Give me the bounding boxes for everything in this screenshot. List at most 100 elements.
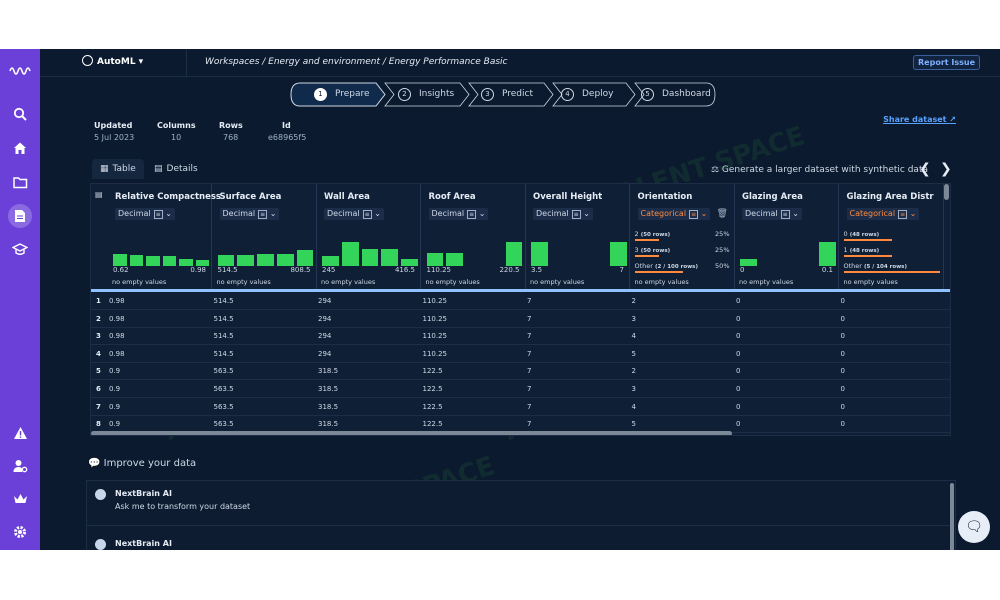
column-type-select[interactable]: Categorical ≡ ⌄	[637, 208, 711, 220]
table-cell[interactable]: 0	[736, 367, 740, 375]
table-cell[interactable]: 318.5	[318, 385, 338, 393]
table-cell[interactable]: 2	[632, 297, 636, 305]
table-cell[interactable]: 0	[841, 403, 845, 411]
table-cell[interactable]: 2	[632, 367, 636, 375]
table-cell[interactable]: 294	[318, 297, 331, 305]
table-cell[interactable]: 0	[841, 315, 845, 323]
table-cell[interactable]: 514.5	[214, 350, 234, 358]
table-cell[interactable]: 563.5	[214, 385, 234, 393]
table-cell[interactable]: 0	[841, 332, 845, 340]
table-row[interactable]: 7 0.9 563.5 318.5 122.5 7 4 0 0	[91, 398, 950, 416]
step-prepare[interactable]: 1 Prepare	[314, 82, 370, 106]
table-cell[interactable]: 7	[527, 385, 531, 393]
generate-synthetic-link[interactable]: ⚖ Generate a larger dataset with synthet…	[711, 165, 928, 175]
table-cell[interactable]: 0	[841, 385, 845, 393]
table-cell[interactable]: 0	[736, 315, 740, 323]
table-cell[interactable]: 110.25	[423, 350, 448, 358]
breadcrumb[interactable]: Workspaces / Energy and environment / En…	[205, 57, 507, 67]
table-cell[interactable]: 294	[318, 332, 331, 340]
table-cell[interactable]: 122.5	[423, 420, 443, 428]
table-cell[interactable]: 7	[527, 297, 531, 305]
table-cell[interactable]: 122.5	[423, 403, 443, 411]
table-cell[interactable]: 4	[632, 403, 636, 411]
folder-icon[interactable]	[8, 170, 32, 194]
logo-icon[interactable]	[8, 59, 32, 83]
chevron-left-icon[interactable]: ❮	[919, 161, 931, 177]
home-icon[interactable]	[8, 136, 32, 160]
table-cell[interactable]: 0	[736, 385, 740, 393]
column-type-select[interactable]: Decimal ≡ ⌄	[115, 208, 175, 220]
table-cell[interactable]: 0	[736, 403, 740, 411]
table-cell[interactable]: 5	[632, 350, 636, 358]
chat-scrollbar[interactable]	[950, 483, 954, 550]
column-header[interactable]: Roof Area Decimal ≡ ⌄ 110.25 220.5 no empty v…	[422, 184, 526, 289]
table-row[interactable]: 5 0.9 563.5 318.5 122.5 7 2 0 0	[91, 362, 950, 381]
column-header[interactable]: Surface Area Decimal ≡ ⌄ 514.5 808.5 no empty…	[213, 184, 317, 289]
column-type-select[interactable]: Decimal ≡ ⌄	[219, 208, 280, 220]
table-cell[interactable]: 0	[841, 367, 845, 375]
column-header[interactable]: Relative Compactness Decimal ≡ ⌄ 0.62 0.98 no…	[108, 184, 221, 289]
table-cell[interactable]: 0	[736, 332, 740, 340]
table-cell[interactable]: 0	[841, 350, 845, 358]
column-type-select[interactable]: Decimal ≡ ⌄	[742, 208, 802, 220]
table-cell[interactable]: 3	[632, 385, 636, 393]
table-cell[interactable]: 294	[318, 315, 331, 323]
step-insights[interactable]: 2 Insights	[398, 82, 454, 106]
step-dashboard[interactable]: 5 Dashboard	[641, 82, 711, 106]
table-cell[interactable]: 7	[527, 350, 531, 358]
table-cell[interactable]: 0.98	[109, 297, 125, 305]
table-cell[interactable]: 514.5	[214, 315, 234, 323]
table-cell[interactable]: 7	[527, 367, 531, 375]
column-header[interactable]: Orientation Categorical ≡ ⌄ 🗑 2 (50 rows) 25%…	[631, 184, 735, 289]
table-cell[interactable]: 0.9	[109, 403, 120, 411]
tab-table[interactable]: ▦ Table	[92, 159, 144, 179]
warning-icon[interactable]	[8, 421, 32, 445]
table-cell[interactable]: 0.98	[109, 350, 125, 358]
vertical-scrollbar[interactable]	[944, 184, 949, 200]
column-header[interactable]: Glazing Area Distr Categorical ≡ ⌄ 0 (48 ro…	[840, 184, 944, 289]
table-cell[interactable]: 0	[736, 297, 740, 305]
chat-launcher-button[interactable]: 🗨	[958, 511, 990, 543]
table-cell[interactable]: 7	[527, 332, 531, 340]
table-cell[interactable]: 0	[736, 350, 740, 358]
table-cell[interactable]: 563.5	[214, 420, 234, 428]
table-cell[interactable]: 514.5	[214, 332, 234, 340]
table-cell[interactable]: 318.5	[318, 420, 338, 428]
search-icon[interactable]	[8, 102, 32, 126]
user-settings-icon[interactable]	[8, 454, 32, 478]
table-cell[interactable]: 7	[527, 315, 531, 323]
table-cell[interactable]: 110.25	[423, 315, 448, 323]
chevron-right-icon[interactable]: ❯	[940, 161, 952, 177]
table-cell[interactable]: 0.98	[109, 315, 125, 323]
table-cell[interactable]: 122.5	[423, 367, 443, 375]
table-cell[interactable]: 0	[841, 297, 845, 305]
column-header[interactable]: Wall Area Decimal ≡ ⌄ 245 416.5 no empty valu…	[317, 184, 421, 289]
table-cell[interactable]: 0.98	[109, 332, 125, 340]
trash-icon[interactable]: 🗑	[717, 209, 728, 219]
crown-icon[interactable]	[8, 487, 32, 511]
graduation-cap-icon[interactable]	[8, 237, 32, 261]
column-header[interactable]: Overall Height Decimal ≡ ⌄ 3.5 7 no empty val…	[526, 184, 630, 289]
document-icon[interactable]	[8, 204, 32, 228]
horizontal-scrollbar[interactable]	[91, 431, 732, 435]
table-cell[interactable]: 563.5	[214, 367, 234, 375]
table-row[interactable]: 6 0.9 563.5 318.5 122.5 7 3 0 0	[91, 380, 950, 398]
table-cell[interactable]: 0.9	[109, 420, 120, 428]
table-cell[interactable]: 110.25	[423, 332, 448, 340]
table-row[interactable]: 1 0.98 514.5 294 110.25 7 2 0 0	[91, 292, 950, 310]
table-cell[interactable]: 0.9	[109, 367, 120, 375]
table-cell[interactable]: 318.5	[318, 403, 338, 411]
table-cell[interactable]: 7	[527, 420, 531, 428]
table-cell[interactable]: 0	[736, 420, 740, 428]
table-cell[interactable]: 563.5	[214, 403, 234, 411]
table-cell[interactable]: 122.5	[423, 385, 443, 393]
column-type-select[interactable]: Decimal ≡ ⌄	[428, 208, 489, 220]
table-cell[interactable]: 3	[632, 315, 636, 323]
report-issue-button[interactable]: Report Issue	[913, 55, 980, 70]
table-cell[interactable]: 4	[632, 332, 636, 340]
table-cell[interactable]: 0.9	[109, 385, 120, 393]
table-cell[interactable]: 5	[632, 420, 636, 428]
brand[interactable]: AutoML ▾	[82, 55, 143, 67]
step-deploy[interactable]: 4 Deploy	[561, 82, 614, 106]
table-cell[interactable]: 514.5	[214, 297, 234, 305]
